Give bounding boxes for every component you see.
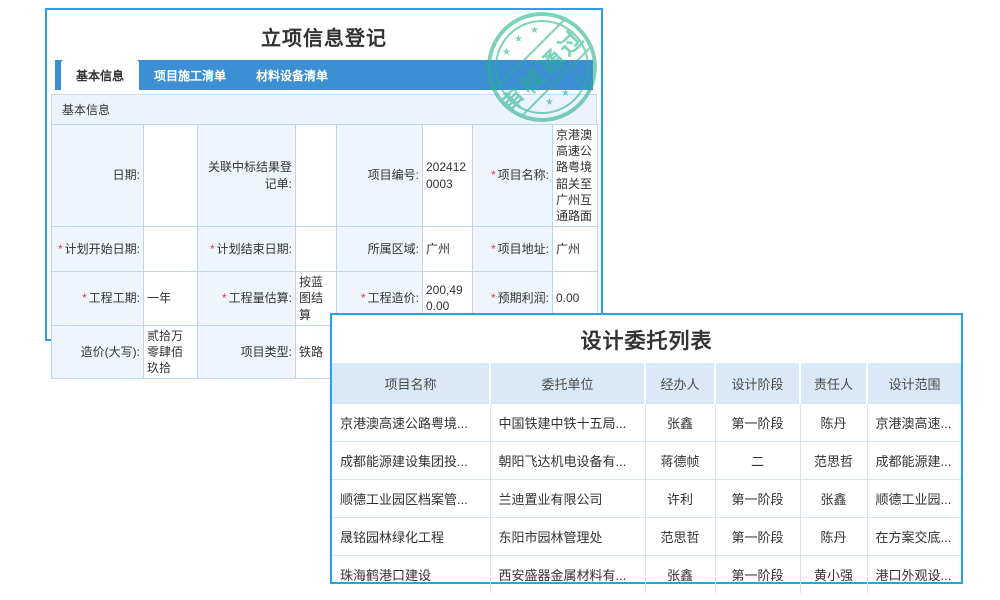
table-row: 京港澳高速公路粤境... 中国铁建中铁十五局... 张鑫 第一阶段 陈丹 京港澳… <box>332 404 961 442</box>
field-value-duration: 一年 <box>144 272 198 326</box>
column-header-client: 委托单位 <box>490 363 645 404</box>
field-label-plan-start: *计划开始日期: <box>52 227 144 272</box>
field-label-cost-in-words: 造价(大写): <box>52 325 144 379</box>
project-name-link[interactable]: 京港澳高速公路粤境... <box>332 404 490 442</box>
field-label-project-address: *项目地址: <box>473 227 553 272</box>
field-value-project-address: 广州 <box>553 227 598 272</box>
required-star: * <box>361 291 366 305</box>
field-label-bid-result: 关联中标结果登记单: <box>198 125 296 227</box>
field-value-plan-start <box>144 227 198 272</box>
form-row: *计划开始日期: *计划结束日期: 所属区域: 广州 *项目地址: 广州 <box>52 227 598 272</box>
field-value-plan-end <box>296 227 337 272</box>
scope-cell: 京港澳高速... <box>867 404 961 442</box>
field-label-region: 所属区域: <box>337 227 423 272</box>
required-star: * <box>491 291 496 305</box>
owner-link[interactable]: 张鑫 <box>800 480 867 518</box>
field-label-project-name: *项目名称: <box>473 125 553 227</box>
form-row: 日期: 关联中标结果登记单: 项目编号: 2024120003 *项目名称: 京… <box>52 125 598 227</box>
column-header-project-name: 项目名称 <box>332 363 490 404</box>
project-name-link[interactable]: 成都能源建设集团投... <box>332 442 490 480</box>
field-value-date <box>144 125 198 227</box>
project-name-link[interactable]: 顺德工业园区档案管... <box>332 480 490 518</box>
field-label-project-type: 项目类型: <box>198 325 296 379</box>
owner-link[interactable]: 陈丹 <box>800 404 867 442</box>
field-label-plan-end: *计划结束日期: <box>198 227 296 272</box>
project-registration-panel: 立项信息登记 基本信息 项目施工清单 材料设备清单 基本信息 日期: 关联中标结… <box>45 8 603 341</box>
owner-link[interactable]: 范思哲 <box>800 442 867 480</box>
project-name-link[interactable]: 珠海鹤港口建设 <box>332 556 490 594</box>
client-cell: 兰迪置业有限公司 <box>490 480 645 518</box>
field-label-project-number: 项目编号: <box>337 125 423 227</box>
table-header-row: 项目名称 委托单位 经办人 设计阶段 责任人 设计范围 <box>332 363 961 404</box>
stage-cell: 第一阶段 <box>715 404 800 442</box>
field-value-project-name: 京港澳高速公路粤境韶关至广州互通路面 <box>553 125 598 227</box>
required-star: * <box>222 291 227 305</box>
design-list-title: 设计委托列表 <box>332 315 961 363</box>
required-star: * <box>210 242 215 256</box>
scope-cell: 在方案交底... <box>867 518 961 556</box>
field-value-region: 广州 <box>423 227 473 272</box>
scope-cell: 成都能源建... <box>867 442 961 480</box>
handler-link[interactable]: 许利 <box>645 480 715 518</box>
scope-cell: 港口外观设... <box>867 556 961 594</box>
section-header-basic-info: 基本信息 <box>51 94 597 124</box>
design-commission-panel: 设计委托列表 项目名称 委托单位 经办人 设计阶段 责任人 设计范围 京港澳高速… <box>330 313 963 584</box>
client-cell: 中国铁建中铁十五局... <box>490 404 645 442</box>
required-star: * <box>491 242 496 256</box>
column-header-stage: 设计阶段 <box>715 363 800 404</box>
required-star: * <box>58 242 63 256</box>
table-row: 晟铭园林绿化工程 东阳市园林管理处 范思哲 第一阶段 陈丹 在方案交底... <box>332 518 961 556</box>
owner-link[interactable]: 黄小强 <box>800 556 867 594</box>
required-star: * <box>491 168 496 182</box>
client-cell: 西安盛器金属材料有... <box>490 556 645 594</box>
handler-link[interactable]: 蒋德帧 <box>645 442 715 480</box>
tab-material-equipment-list[interactable]: 材料设备清单 <box>241 60 343 90</box>
field-value-project-number: 2024120003 <box>423 125 473 227</box>
field-label-date: 日期: <box>52 125 144 227</box>
required-star: * <box>82 291 87 305</box>
stage-cell: 第一阶段 <box>715 480 800 518</box>
registration-panel-title: 立项信息登记 <box>47 10 601 60</box>
field-value-cost-in-words: 贰拾万零肆佰玖拾 <box>144 325 198 379</box>
stage-cell: 第一阶段 <box>715 556 800 594</box>
owner-link[interactable]: 陈丹 <box>800 518 867 556</box>
field-label-duration: *工程工期: <box>52 272 144 326</box>
tab-basic-info[interactable]: 基本信息 <box>61 60 139 90</box>
tab-construction-list[interactable]: 项目施工清单 <box>139 60 241 90</box>
client-cell: 东阳市园林管理处 <box>490 518 645 556</box>
table-row: 成都能源建设集团投... 朝阳飞达机电设备有... 蒋德帧 二 范思哲 成都能源… <box>332 442 961 480</box>
field-label-quantity-estimate: *工程量估算: <box>198 272 296 326</box>
client-cell: 朝阳飞达机电设备有... <box>490 442 645 480</box>
design-commission-table: 项目名称 委托单位 经办人 设计阶段 责任人 设计范围 京港澳高速公路粤境...… <box>332 363 961 593</box>
column-header-handler: 经办人 <box>645 363 715 404</box>
column-header-scope: 设计范围 <box>867 363 961 404</box>
table-row: 顺德工业园区档案管... 兰迪置业有限公司 许利 第一阶段 张鑫 顺德工业园..… <box>332 480 961 518</box>
stage-cell: 第一阶段 <box>715 518 800 556</box>
handler-link[interactable]: 张鑫 <box>645 556 715 594</box>
column-header-owner: 责任人 <box>800 363 867 404</box>
stage-cell: 二 <box>715 442 800 480</box>
handler-link[interactable]: 范思哲 <box>645 518 715 556</box>
field-value-bid-result <box>296 125 337 227</box>
handler-link[interactable]: 张鑫 <box>645 404 715 442</box>
scope-cell: 顺德工业园... <box>867 480 961 518</box>
table-row: 珠海鹤港口建设 西安盛器金属材料有... 张鑫 第一阶段 黄小强 港口外观设..… <box>332 556 961 594</box>
project-name-link[interactable]: 晟铭园林绿化工程 <box>332 518 490 556</box>
registration-tab-bar: 基本信息 项目施工清单 材料设备清单 <box>55 60 593 90</box>
